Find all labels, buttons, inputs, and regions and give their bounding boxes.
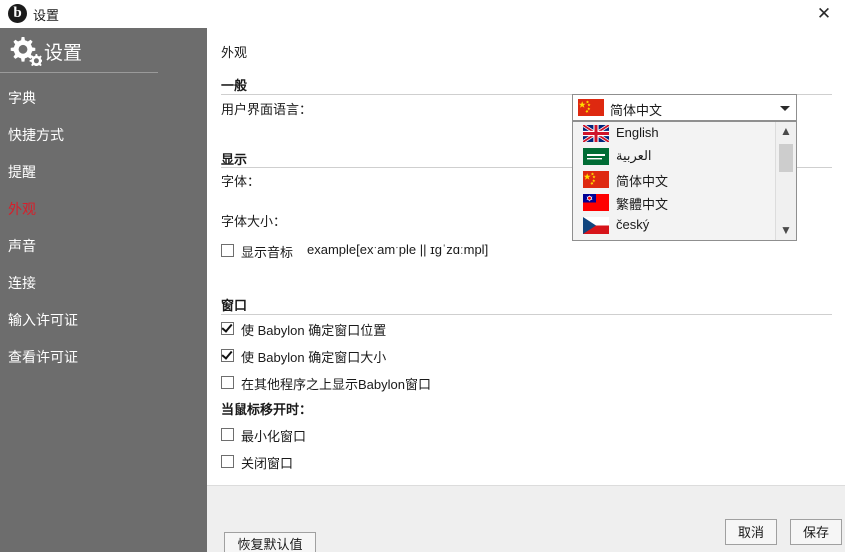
checkbox-minimize-window-label: 最小化窗口 xyxy=(241,429,307,444)
checkbox-babylon-size-label: 使 Babylon 确定窗口大小 xyxy=(241,350,387,365)
phonetic-sample-text: example[exˑamˑple || ɪɡˈzɑːmpl] xyxy=(307,242,489,257)
checkbox-close-window[interactable] xyxy=(221,455,234,468)
label-font: 字体： xyxy=(221,174,261,189)
page-title: 外观 xyxy=(221,45,248,60)
language-option-traditional-chinese-label: 繁體中文 xyxy=(616,197,669,212)
ui-language-select[interactable]: 简体中文 xyxy=(572,94,797,121)
ui-language-option-list: English العربية 简体中文 繁體中文 český xyxy=(573,122,776,241)
sidebar-item-appearance[interactable]: 外观 xyxy=(0,191,207,228)
chevron-down-icon[interactable] xyxy=(774,95,796,120)
checkbox-always-on-top-label: 在其他程序之上显示Babylon窗口 xyxy=(241,377,431,392)
language-option-english-label: English xyxy=(616,125,659,140)
language-option-danish[interactable]: Dansk xyxy=(573,237,776,241)
ui-language-dropdown: English العربية 简体中文 繁體中文 český ▲ ▼ xyxy=(572,121,797,241)
cancel-button[interactable]: 取消 xyxy=(725,519,777,545)
label-font-size: 字体大小： xyxy=(221,214,287,229)
chevron-down-icon[interactable]: ▼ xyxy=(776,221,796,240)
sidebar-item-sound[interactable]: 声音 xyxy=(0,228,207,265)
language-option-traditional-chinese[interactable]: 繁體中文 xyxy=(573,191,776,214)
settings-window: b 设置 ✕ 设置 字典 快捷方式 提醒 外观 声音 连接 输入许可证 查看许可… xyxy=(0,0,845,552)
chevron-up-icon[interactable]: ▲ xyxy=(776,122,796,141)
ui-language-value: 简体中文 xyxy=(610,103,663,118)
sidebar-item-shortcuts[interactable]: 快捷方式 xyxy=(0,117,207,154)
title-bar: b 设置 ✕ xyxy=(0,0,845,29)
flag-czech-icon xyxy=(583,217,609,234)
checkbox-babylon-position-label: 使 Babylon 确定窗口位置 xyxy=(241,323,387,338)
label-on-mouse-move: 当鼠标移开时： xyxy=(221,402,313,417)
flag-saudi-icon xyxy=(583,148,609,165)
sidebar-list: 字典 快捷方式 提醒 外观 声音 连接 输入许可证 查看许可证 xyxy=(0,80,207,376)
language-option-simplified-chinese[interactable]: 简体中文 xyxy=(573,168,776,191)
language-option-danish-label: Dansk xyxy=(616,240,653,241)
close-icon[interactable]: ✕ xyxy=(809,2,839,26)
sidebar-item-dictionaries[interactable]: 字典 xyxy=(0,80,207,117)
babylon-logo-icon: b xyxy=(8,4,27,23)
group-label-display: 显示 xyxy=(221,152,248,167)
flag-china-icon xyxy=(578,99,604,116)
flag-taiwan-icon xyxy=(583,194,609,211)
scrollbar-thumb[interactable] xyxy=(779,144,793,172)
checkbox-minimize-window[interactable] xyxy=(221,428,234,441)
sidebar-item-connection[interactable]: 连接 xyxy=(0,265,207,302)
flag-denmark-icon xyxy=(583,240,609,241)
checkbox-always-on-top[interactable] xyxy=(221,376,234,389)
flag-china-icon xyxy=(583,171,609,188)
checkbox-close-window-label: 关闭窗口 xyxy=(241,456,294,471)
restore-defaults-button[interactable]: 恢复默认值 xyxy=(224,532,316,552)
dropdown-scrollbar[interactable]: ▲ ▼ xyxy=(775,122,796,240)
language-option-czech-label: český xyxy=(616,217,650,232)
sidebar-item-reminders[interactable]: 提醒 xyxy=(0,154,207,191)
save-button[interactable]: 保存 xyxy=(790,519,842,545)
flag-uk-icon xyxy=(582,123,610,144)
language-option-arabic[interactable]: العربية xyxy=(573,145,776,168)
checkbox-babylon-size[interactable] xyxy=(221,349,234,362)
content-panel: 外观 一般 用户界面语言： 显示 字体： 字体大小： 显示音标 example[… xyxy=(207,28,845,552)
gear-icon xyxy=(8,35,44,68)
language-option-czech[interactable]: český xyxy=(573,214,776,237)
language-option-english[interactable]: English xyxy=(573,122,776,145)
checkbox-babylon-position[interactable] xyxy=(221,322,234,335)
footer-bar: 取消 保存 恢复默认值 xyxy=(207,485,845,552)
sidebar-title: 设置 xyxy=(44,43,83,64)
language-option-arabic-label: العربية xyxy=(616,148,652,163)
sidebar-item-enter-license[interactable]: 输入许可证 xyxy=(0,302,207,339)
checkbox-show-phonetics[interactable] xyxy=(221,244,234,257)
group-label-window: 窗口 xyxy=(221,298,248,313)
language-option-simplified-chinese-label: 简体中文 xyxy=(616,174,669,189)
label-ui-language: 用户界面语言： xyxy=(221,102,313,117)
divider-window xyxy=(221,314,832,315)
window-title: 设置 xyxy=(33,8,60,23)
checkbox-show-phonetics-label: 显示音标 xyxy=(241,245,294,260)
sidebar: 设置 字典 快捷方式 提醒 外观 声音 连接 输入许可证 查看许可证 xyxy=(0,28,207,552)
group-label-general: 一般 xyxy=(221,78,248,93)
sidebar-divider xyxy=(0,72,158,73)
sidebar-header: 设置 xyxy=(0,28,207,71)
sidebar-item-view-license[interactable]: 查看许可证 xyxy=(0,339,207,376)
